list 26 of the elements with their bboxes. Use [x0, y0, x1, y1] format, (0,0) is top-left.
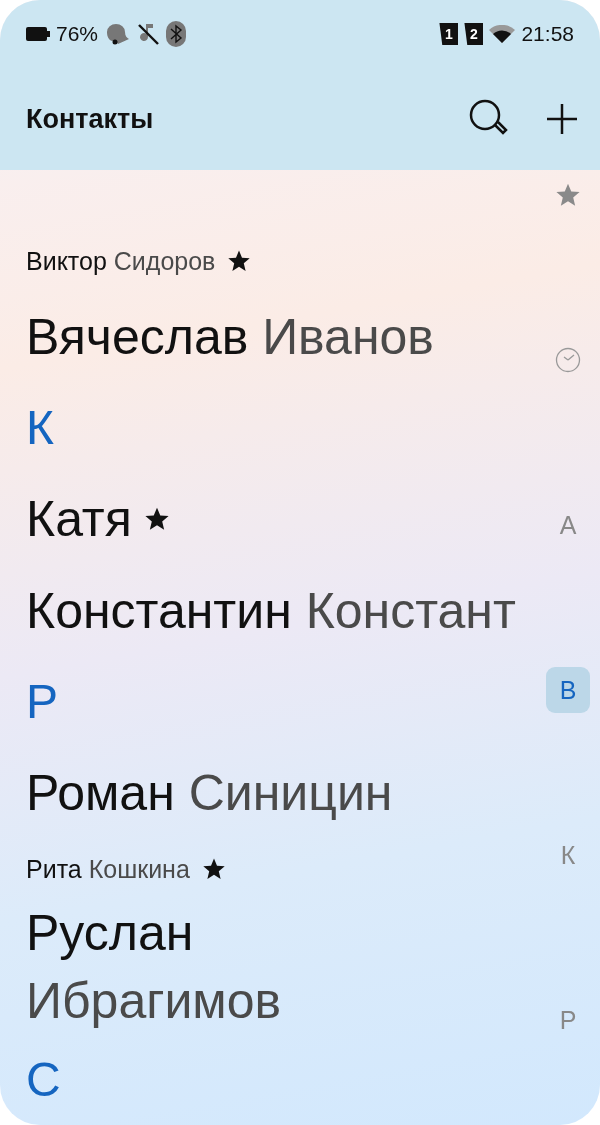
index-letter[interactable]: В — [546, 667, 590, 713]
sim-icon: 1 — [439, 23, 459, 45]
favorites-star-icon — [555, 182, 581, 208]
bell-icon — [104, 22, 131, 46]
battery-icon — [26, 27, 50, 41]
clock-time: 21:58 — [521, 22, 574, 46]
contact-name[interactable]: Рита Кошкина — [26, 854, 190, 884]
screen-title: Контакты — [26, 103, 155, 135]
contact-name[interactable]: Виктор Сидоров — [26, 246, 216, 276]
section-letter: Р — [26, 674, 58, 730]
wifi-icon — [489, 25, 516, 43]
contact-name[interactable]: Константин Констант — [26, 582, 516, 640]
battery-percent: 76% — [56, 22, 99, 46]
add-icon[interactable] — [546, 103, 578, 135]
music-off-icon — [136, 22, 161, 46]
favorite-star-icon — [201, 857, 226, 881]
contact-name[interactable]: Роман Синицин — [26, 764, 393, 822]
contact-name[interactable]: Катя — [26, 490, 132, 548]
section-letter: С — [26, 1052, 61, 1108]
favorite-star-icon — [227, 249, 252, 273]
contact-name[interactable]: Вячеслав Иванов — [26, 308, 434, 366]
sim-icon: 2 — [464, 23, 484, 45]
section-letter: К — [26, 400, 54, 456]
favorite-star-icon — [143, 506, 170, 532]
contact-name[interactable]: Руслан Ибрагимов — [26, 899, 282, 1035]
bluetooth-icon — [166, 21, 187, 47]
